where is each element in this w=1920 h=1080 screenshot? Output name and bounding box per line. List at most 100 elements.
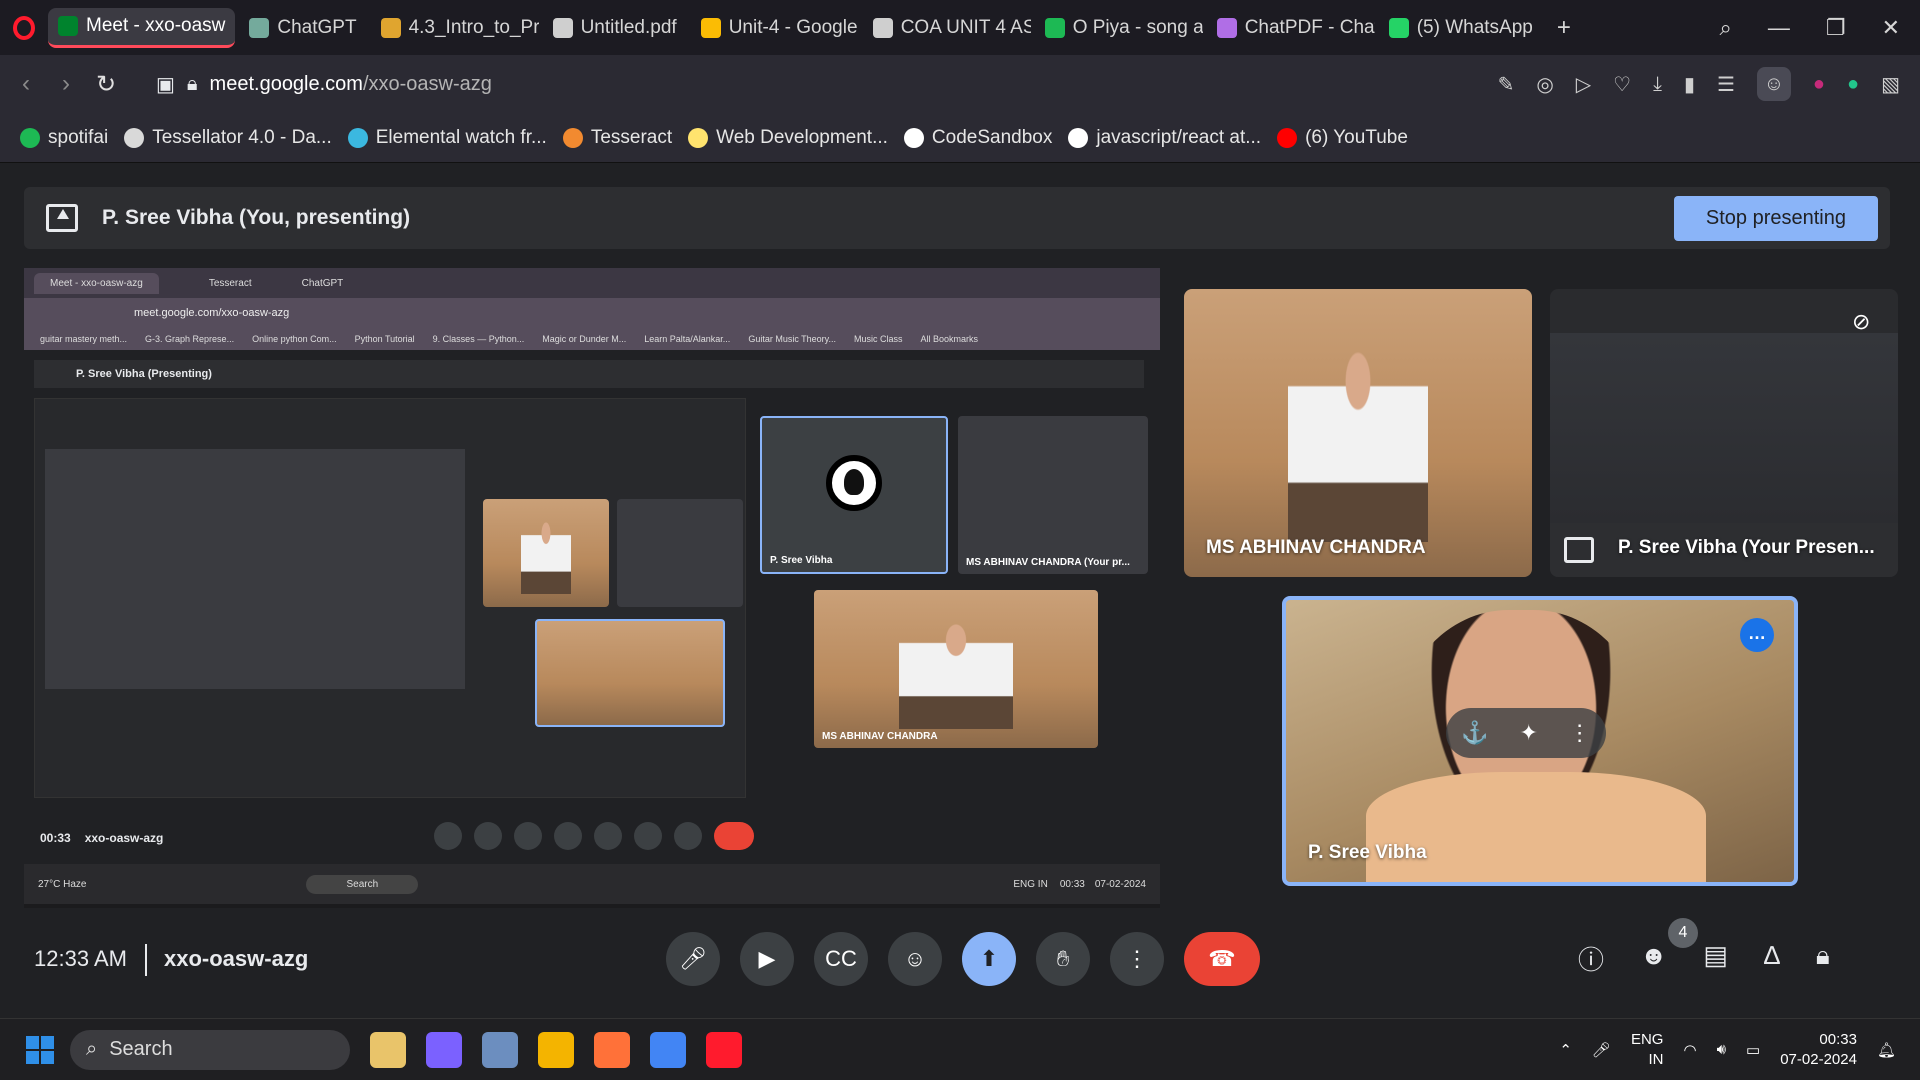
tab-label: ChatPDF - Chat <box>1244 16 1375 38</box>
bookmark-item[interactable]: javascript/react at... <box>1068 127 1261 149</box>
taskbar-app-icon[interactable] <box>538 1031 574 1068</box>
reload-icon[interactable]: ↻ <box>86 70 126 99</box>
play-icon[interactable]: ▷ <box>1576 72 1591 97</box>
bookmark-item[interactable]: Tessellator 4.0 - Da... <box>124 127 332 149</box>
easy-setup-icon[interactable]: ☰ <box>1717 72 1735 97</box>
stop-presenting-button[interactable]: Stop presenting <box>1673 195 1878 241</box>
system-tray: ⌃ 🎤︎ ENG IN ◠ 🔊︎ ▭ 00:33 07-02-2024 🔔︎ <box>1559 1030 1920 1070</box>
address-bar: ‹ › ↻ ▣ 🔒︎ meet.google.com/xxo-oasw-azg … <box>0 55 1920 113</box>
nested-screen-content <box>45 449 465 689</box>
nested-tile-present <box>617 499 743 607</box>
shared-captions-icon <box>514 822 542 850</box>
browser-tab[interactable]: Untitled.pdf <box>543 8 687 48</box>
more-options-icon[interactable]: ⋮ <box>1110 932 1164 986</box>
taskbar-search[interactable]: ⌕ Search <box>70 1029 350 1070</box>
browser-tab[interactable]: Meet - xxo-oasw <box>48 7 236 48</box>
extensions-cube-icon[interactable]: ▧ <box>1881 72 1900 97</box>
heart-icon[interactable]: ♡ <box>1613 72 1631 97</box>
bookmark-item[interactable]: Elemental watch fr... <box>347 127 547 149</box>
camera-permission-icon[interactable]: ▣ <box>156 72 175 97</box>
browser-tab[interactable]: ChatGPT <box>239 8 366 48</box>
tile-options-icon[interactable]: … <box>1740 618 1774 652</box>
camera-icon[interactable]: ▶ <box>740 932 794 986</box>
notification-bell-icon[interactable]: 🔔︎ <box>1877 1041 1896 1059</box>
end-call-icon[interactable]: ☎︎ <box>1184 932 1260 986</box>
browser-tab[interactable]: O Piya - song a <box>1035 8 1203 48</box>
minimize-icon[interactable]: — <box>1768 15 1790 41</box>
taskbar-app-icon[interactable] <box>594 1031 630 1068</box>
tab-label: Unit-4 - Google <box>728 16 858 38</box>
captions-icon[interactable]: CC <box>814 932 868 986</box>
bookmark-icon <box>903 127 924 148</box>
meeting-info-icon[interactable]: ⓘ <box>1578 940 1604 977</box>
pin-icon[interactable]: ⚓ <box>1461 720 1488 746</box>
host-controls-icon[interactable]: 🔒︎ <box>1816 940 1830 977</box>
shared-tab: ChatGPT <box>301 277 344 289</box>
taskbar-app-icon[interactable] <box>426 1031 462 1068</box>
new-tab-button[interactable]: + <box>1547 8 1581 48</box>
tab-label: Untitled.pdf <box>580 16 677 38</box>
snapshot-icon[interactable]: ◎ <box>1536 72 1553 97</box>
browser-tab[interactable]: Unit-4 - Google <box>691 8 859 48</box>
shared-tile-sree: P. Sree Vibha <box>760 416 948 574</box>
muted-icon: ⊘ <box>1852 309 1871 334</box>
mic-icon[interactable]: 🎤︎ <box>666 932 720 986</box>
taskbar-app-icon[interactable] <box>706 1031 742 1068</box>
raise-hand-icon[interactable]: ✋︎ <box>1036 932 1090 986</box>
language-indicator[interactable]: ENG IN <box>1631 1030 1664 1070</box>
people-icon[interactable]: ☻ <box>1640 940 1667 977</box>
profile-icon[interactable]: ☺ <box>1756 67 1791 101</box>
tile-more-icon[interactable]: ⋮ <box>1569 720 1591 746</box>
bookmark-label: Tesseract <box>590 126 673 148</box>
nested-tile-abhinav <box>483 499 609 607</box>
wifi-icon[interactable]: ◠ <box>1683 1041 1696 1059</box>
extension-icon[interactable]: ● <box>1813 73 1825 96</box>
activities-icon[interactable]: ∆ <box>1764 940 1780 977</box>
browser-tab[interactable]: 4.3_Intro_to_Pr <box>371 8 539 48</box>
volume-icon[interactable]: 🔊︎ <box>1717 1041 1726 1058</box>
download-icon[interactable]: ⤓ <box>1653 73 1662 96</box>
bookmark-item[interactable]: (6) YouTube <box>1277 127 1408 149</box>
tab-search-icon[interactable]: ⌕ <box>1720 15 1732 41</box>
bookmark-item[interactable]: Web Development... <box>688 127 888 149</box>
meeting-code: xxo-oasw-azg <box>164 946 309 971</box>
clock[interactable]: 00:33 07-02-2024 <box>1780 1030 1857 1070</box>
edit-icon[interactable]: ✎ <box>1498 72 1515 97</box>
shared-bookmark: Learn Palta/Alankar... <box>644 334 731 344</box>
tile-abhinav[interactable]: MS ABHINAV CHANDRA <box>1184 289 1532 577</box>
bookmark-item[interactable]: Tesseract <box>562 126 673 149</box>
battery-icon[interactable]: ▭ <box>1746 1041 1760 1059</box>
effects-icon[interactable]: ✦ <box>1519 720 1537 746</box>
back-icon[interactable]: ‹ <box>6 70 46 98</box>
taskbar-app-icon[interactable] <box>370 1031 406 1068</box>
bookmark-item[interactable]: spotifai <box>20 127 108 149</box>
opera-logo-icon[interactable] <box>0 0 48 55</box>
shared-bookmarks: guitar mastery meth... G-3. Graph Represe… <box>24 328 1160 350</box>
battery-saver-icon[interactable]: ▮ <box>1684 72 1695 97</box>
shared-bookmark: Music Class <box>854 334 903 344</box>
taskbar-app-icon[interactable] <box>650 1031 686 1068</box>
present-now-icon[interactable]: ⬆ <box>962 932 1016 986</box>
shared-weather: 27°C Haze <box>38 878 87 890</box>
chevron-up-icon[interactable]: ⌃ <box>1559 1041 1572 1059</box>
microphone-tray-icon[interactable]: 🎤︎ <box>1592 1041 1611 1059</box>
aria-icon[interactable]: ● <box>1847 73 1859 96</box>
bookmark-item[interactable]: CodeSandbox <box>903 127 1052 149</box>
tile-sree-presentation[interactable]: ⊘ P. Sree Vibha (Your Presen... <box>1550 289 1898 577</box>
tile-sree[interactable]: ⚓ ✦ ⋮ … P. Sree Vibha <box>1282 596 1798 886</box>
tile-overlay-controls: ⚓ ✦ ⋮ <box>1446 708 1606 758</box>
restore-icon[interactable]: ❐ <box>1826 15 1846 41</box>
url-field[interactable]: ▣ 🔒︎ meet.google.com/xxo-oasw-azg <box>156 72 492 97</box>
browser-tab[interactable]: ChatPDF - Chat <box>1207 8 1375 48</box>
windows-start-icon[interactable] <box>26 1035 54 1064</box>
lock-icon[interactable]: 🔒︎ <box>187 73 198 96</box>
taskbar-search-label: Search <box>109 1038 173 1060</box>
emoji-icon[interactable]: ☺ <box>888 932 942 986</box>
shared-tile-abhinav-present: MS ABHINAV CHANDRA (Your pr... <box>958 416 1148 574</box>
chat-icon[interactable]: ▤ <box>1703 940 1728 977</box>
forward-icon[interactable]: › <box>46 70 86 98</box>
close-window-icon[interactable]: ✕ <box>1882 15 1900 41</box>
browser-tab[interactable]: COA UNIT 4 AS <box>863 8 1031 48</box>
browser-tab[interactable]: (5) WhatsApp <box>1379 8 1543 48</box>
taskbar-app-icon[interactable] <box>482 1031 518 1068</box>
